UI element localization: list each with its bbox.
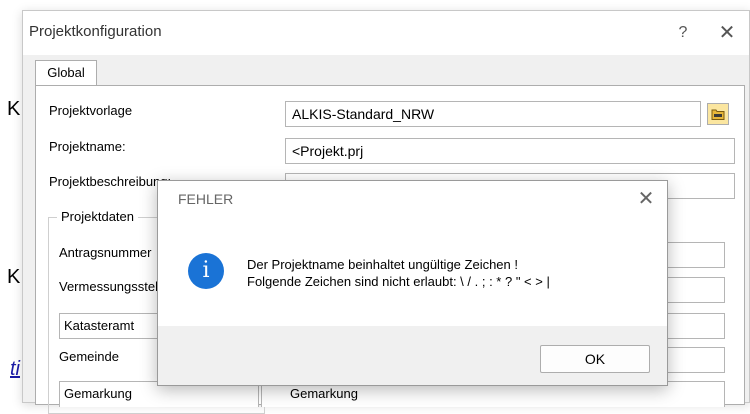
gemeinde-label: Gemeinde [59,349,119,364]
ok-button[interactable]: OK [540,345,650,373]
projektbeschreibung-label: Projektbeschreibung: [49,174,172,189]
projektvorlage-label: Projektvorlage [49,103,133,118]
dialog-title: Projektkonfiguration [29,23,162,40]
projektdaten-group-title: Projektdaten [57,209,138,224]
tab-global[interactable]: Global [35,60,97,86]
background-text-fragment: K [7,266,21,288]
projektvorlage-field[interactable]: ALKIS-Standard_NRW [285,101,701,127]
browse-folder-button[interactable] [707,103,729,125]
close-button[interactable]: ✕ [707,17,747,49]
error-message-line: Folgende Zeichen sind nicht erlaubt: \ /… [247,274,550,289]
background-text-fragment: K [7,98,21,120]
projektname-label: Projektname: [49,139,126,154]
error-message-line: Der Projektname beinhaltet ungültige Zei… [247,257,518,272]
background-link-fragment[interactable]: ti [10,358,20,381]
error-dialog-title: FEHLER [178,191,234,207]
antragsnummer-label: Antragsnummer [59,245,152,260]
close-icon[interactable]: ✕ [631,183,661,215]
dialog-titlebar: Projektkonfiguration ? ✕ [23,11,749,55]
vermessungsstelle-label: Vermessungsstelle [59,279,169,294]
error-message: Der Projektname beinhaltet ungültige Zei… [247,256,550,290]
folder-icon [711,109,725,120]
info-icon: i [188,253,224,289]
help-button[interactable]: ? [663,17,703,49]
error-dialog: FEHLER ✕ i Der Projektname beinhaltet un… [157,180,668,386]
projektname-field[interactable]: <Projekt.prj [285,138,735,164]
